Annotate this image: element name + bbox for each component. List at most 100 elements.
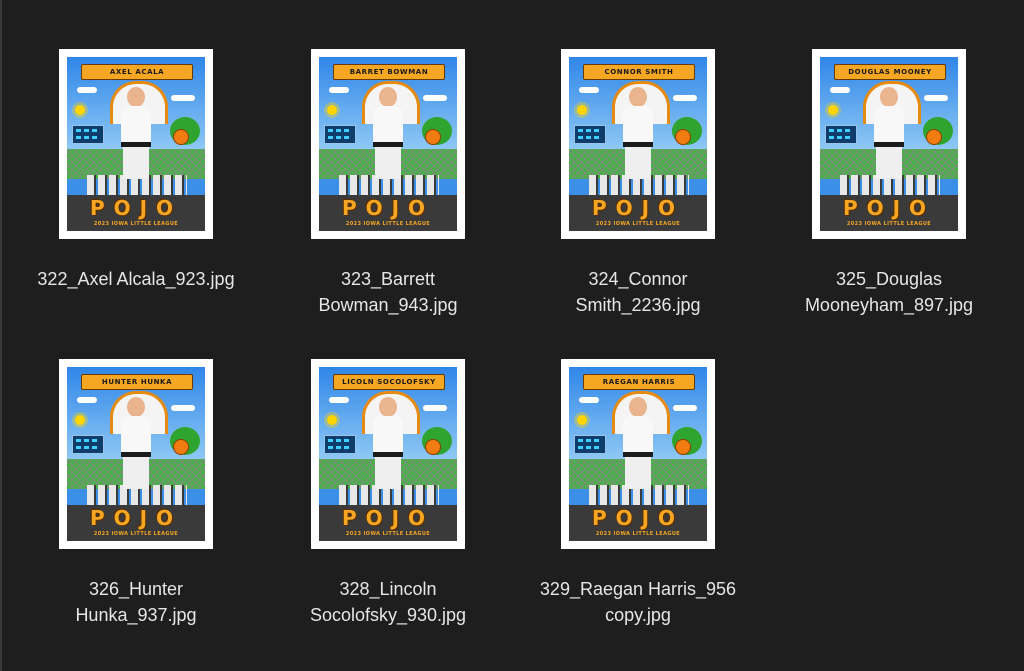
scoreboard-graphic — [574, 435, 606, 454]
file-thumbnail[interactable]: CONNOR SMITH POJO 2023 IOWA LITTLE LEAGUE — [561, 49, 715, 239]
scoreboard-digit — [84, 439, 89, 442]
file-name-line: 329_Raegan Harris_956 — [539, 579, 737, 599]
sun-icon — [327, 415, 337, 425]
player-photo — [371, 397, 405, 489]
poster-name-banner: CONNOR SMITH — [583, 64, 695, 80]
scoreboard-digit — [92, 129, 97, 132]
sun-icon — [577, 105, 587, 115]
player-jersey — [874, 106, 904, 144]
file-name-label[interactable]: 328_Lincoln Socolofsky_930.jpg — [268, 576, 508, 628]
cloud-icon — [579, 397, 599, 403]
poster-image: CONNOR SMITH POJO 2023 IOWA LITTLE LEAGUE — [569, 57, 707, 231]
player-jersey — [373, 106, 403, 144]
poster-brand: POJO — [591, 506, 685, 530]
sun-icon — [577, 415, 587, 425]
scoreboard-digit — [594, 136, 599, 139]
poster-brand: POJO — [842, 196, 936, 220]
cloud-icon — [171, 405, 195, 411]
sun-icon — [75, 415, 85, 425]
cloud-icon — [423, 95, 447, 101]
file-name-label[interactable]: 324_Connor Smith_2236.jpg — [518, 266, 758, 318]
player-legs — [123, 457, 149, 489]
scoreboard-digit — [344, 439, 349, 442]
player-head — [629, 87, 647, 107]
player-jersey — [373, 416, 403, 454]
scoreboard-digit — [578, 136, 583, 139]
player-head — [127, 87, 145, 107]
file-name-label[interactable]: 329_Raegan Harris_956 copy.jpg — [518, 576, 758, 628]
basketball-mascot-icon — [425, 129, 441, 145]
scoreboard-digit — [845, 136, 850, 139]
scoreboard-digit — [84, 446, 89, 449]
file-thumbnail[interactable]: BARRET BOWMAN POJO 2023 IOWA LITTLE LEAGUE — [311, 49, 465, 239]
scoreboard-digit — [92, 439, 97, 442]
file-thumbnail[interactable]: AXEL ACALA POJO 2023 IOWA LITTLE LEAGUE — [59, 49, 213, 239]
file-name-line: Socolofsky_930.jpg — [309, 605, 467, 625]
file-name-label[interactable]: 322_Axel Alcala_923.jpg — [16, 266, 256, 292]
scoreboard-digit — [594, 129, 599, 132]
scoreboard-digit — [586, 136, 591, 139]
file-name-label[interactable]: 323_Barrett Bowman_943.jpg — [268, 266, 508, 318]
poster-subtitle: 2023 IOWA LITTLE LEAGUE — [595, 531, 681, 537]
scoreboard-digit — [344, 129, 349, 132]
basketball-mascot-icon — [675, 129, 691, 145]
poster-subtitle: 2023 IOWA LITTLE LEAGUE — [595, 221, 681, 227]
scoreboard-digit — [84, 129, 89, 132]
scoreboard-digit — [829, 136, 834, 139]
scoreboard-digit — [837, 129, 842, 132]
scoreboard-digit — [578, 439, 583, 442]
file-name-line: Hunka_937.jpg — [75, 605, 197, 625]
poster-name-banner: BARRET BOWMAN — [333, 64, 445, 80]
cloud-icon — [924, 95, 948, 101]
scoreboard-digit — [76, 446, 81, 449]
player-legs — [625, 457, 651, 489]
player-photo — [621, 397, 655, 489]
poster-image: BARRET BOWMAN POJO 2023 IOWA LITTLE LEAGUE — [319, 57, 457, 231]
poster-subtitle: 2023 IOWA LITTLE LEAGUE — [93, 221, 179, 227]
poster-subtitle: 2023 IOWA LITTLE LEAGUE — [345, 221, 431, 227]
player-legs — [876, 147, 902, 179]
player-photo — [119, 87, 153, 179]
poster-brand: POJO — [89, 196, 183, 220]
file-name-line: 322_Axel Alcala_923.jpg — [37, 269, 235, 289]
scoreboard-digit — [586, 129, 591, 132]
scoreboard-digit — [76, 136, 81, 139]
scoreboard-graphic — [72, 125, 104, 144]
file-thumbnail[interactable]: LICOLN SOCOLOFSKY POJO 2023 IOWA LITTLE LE… — [311, 359, 465, 549]
file-name-line: copy.jpg — [605, 605, 671, 625]
player-head — [379, 87, 397, 107]
file-name-line: Mooneyham_897.jpg — [804, 295, 974, 315]
file-name-line: Bowman_943.jpg — [318, 295, 458, 315]
basketball-mascot-icon — [926, 129, 942, 145]
basketball-mascot-icon — [173, 439, 189, 455]
scoreboard-digit — [344, 136, 349, 139]
poster-image: HUNTER HUNKA POJO 2023 IOWA LITTLE LEAGUE — [67, 367, 205, 541]
file-name-label[interactable]: 325_Douglas Mooneyham_897.jpg — [769, 266, 1009, 318]
poster-name-banner: RAEGAN HARRIS — [583, 374, 695, 390]
scoreboard-digit — [845, 129, 850, 132]
cloud-icon — [171, 95, 195, 101]
scoreboard-digit — [92, 136, 97, 139]
poster-subtitle: 2023 IOWA LITTLE LEAGUE — [345, 531, 431, 537]
scoreboard-digit — [586, 439, 591, 442]
file-name-label[interactable]: 326_Hunter Hunka_937.jpg — [16, 576, 256, 628]
scoreboard-digit — [594, 446, 599, 449]
poster-name-banner: AXEL ACALA — [81, 64, 193, 80]
poster-brand: POJO — [341, 506, 435, 530]
player-legs — [375, 457, 401, 489]
poster-brand: POJO — [591, 196, 685, 220]
file-thumbnail[interactable]: RAEGAN HARRIS POJO 2023 IOWA LITTLE LEAGUE — [561, 359, 715, 549]
scoreboard-digit — [328, 136, 333, 139]
file-thumbnail[interactable]: HUNTER HUNKA POJO 2023 IOWA LITTLE LEAGUE — [59, 359, 213, 549]
scoreboard-graphic — [72, 435, 104, 454]
file-name-line: 325_Douglas — [835, 269, 943, 289]
player-head — [379, 397, 397, 417]
cloud-icon — [423, 405, 447, 411]
scoreboard-digit — [328, 129, 333, 132]
scoreboard-digit — [578, 446, 583, 449]
file-thumbnail[interactable]: DOUGLAS MOONEY POJO 2023 IOWA LITTLE LEAGU… — [812, 49, 966, 239]
scoreboard-digit — [594, 439, 599, 442]
file-name-line: 328_Lincoln — [339, 579, 437, 599]
player-jersey — [623, 106, 653, 144]
player-jersey — [121, 106, 151, 144]
